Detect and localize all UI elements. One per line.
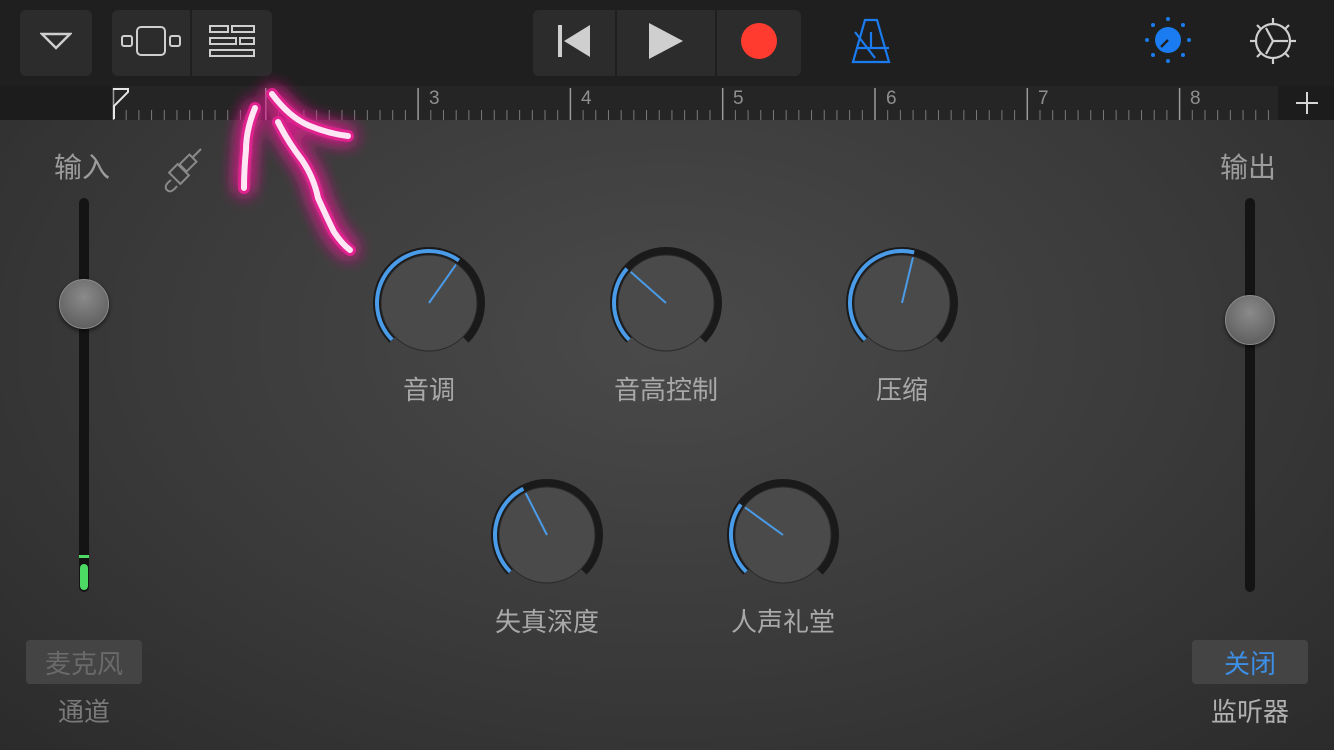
- knob-distortion[interactable]: [487, 477, 607, 597]
- plus-icon: [1296, 92, 1318, 114]
- master-effects-knob-icon: [1143, 15, 1193, 69]
- knob-label: 人声礼堂: [730, 608, 835, 638]
- knob-pitch-control[interactable]: [606, 245, 726, 365]
- monitor-toggle-button[interactable]: 关闭: [1192, 640, 1308, 684]
- play-button[interactable]: [617, 10, 717, 76]
- ruler-bar-label: 3: [429, 88, 440, 109]
- settings-gear-icon: [1248, 16, 1298, 70]
- input-slider-thumb[interactable]: [59, 279, 109, 330]
- output-level-slider[interactable]: [1245, 198, 1255, 592]
- view-toggle-group: [112, 10, 272, 76]
- knob-compression[interactable]: [842, 245, 962, 365]
- rewind-button[interactable]: [533, 10, 617, 76]
- playhead-icon[interactable]: [112, 88, 130, 124]
- input-level-meter: [80, 564, 88, 590]
- record-button[interactable]: [717, 10, 801, 76]
- timeline-ruler[interactable]: 3 4 5 6 7 8: [0, 86, 1334, 120]
- input-peak-marker: [79, 555, 89, 558]
- ruler-bar-label: 8: [1190, 88, 1201, 109]
- top-toolbar: [0, 0, 1334, 86]
- transport-controls: [533, 10, 801, 76]
- monitor-sub-label: 监听器: [1210, 698, 1289, 728]
- add-section-button[interactable]: [1294, 90, 1320, 116]
- output-label: 输出: [1220, 151, 1277, 184]
- input-source-button[interactable]: 麦克风: [26, 640, 142, 684]
- track-view-icon: [120, 25, 182, 61]
- rewind-icon: [556, 24, 592, 62]
- output-slider-thumb[interactable]: [1225, 295, 1275, 346]
- chevron-down-icon: [39, 31, 73, 55]
- knob-label: 压缩: [875, 376, 928, 406]
- ruler-bar-label: 7: [1038, 88, 1049, 109]
- knob-label: 失真深度: [494, 608, 599, 638]
- knob-tone[interactable]: [369, 245, 489, 365]
- metronome-button[interactable]: [846, 18, 896, 68]
- knob-label: 音调: [402, 376, 455, 406]
- input-jack-icon[interactable]: [160, 146, 206, 194]
- settings-button[interactable]: [1244, 14, 1302, 72]
- play-icon: [647, 22, 685, 64]
- knob-label: 音高控制: [613, 376, 718, 406]
- input-label: 输入: [54, 151, 111, 184]
- browser-button[interactable]: [20, 10, 92, 76]
- knob-vocal-hall[interactable]: [723, 477, 843, 597]
- tracks-list-icon: [209, 24, 255, 62]
- record-icon: [740, 22, 778, 64]
- metronome-icon: [851, 18, 891, 68]
- track-view-button[interactable]: [112, 10, 192, 76]
- master-effects-button[interactable]: [1140, 14, 1196, 70]
- input-level-slider[interactable]: [79, 198, 89, 592]
- ruler-track[interactable]: 3 4 5 6 7 8: [112, 86, 1278, 120]
- tracks-view-button[interactable]: [192, 10, 272, 76]
- ruler-ticks: [112, 88, 1269, 120]
- ruler-bar-label: 6: [886, 88, 897, 109]
- ruler-bar-label: 5: [733, 88, 744, 109]
- ruler-bar-label: 4: [581, 88, 592, 109]
- input-source-sub-label: 通道: [57, 698, 110, 728]
